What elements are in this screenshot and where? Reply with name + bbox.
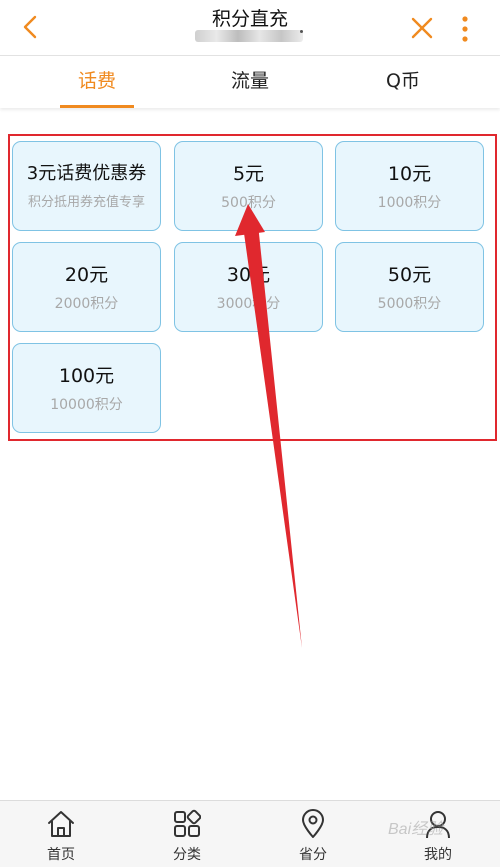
app-header: 积分直充 (0, 0, 500, 56)
card-30-yuan[interactable]: 30元 3000积分 (174, 242, 323, 332)
nav-category[interactable]: 分类 (147, 801, 227, 867)
nav-label-home: 首页 (47, 847, 75, 863)
card-title: 100元 (58, 365, 115, 387)
active-tab-indicator (60, 105, 134, 108)
watermark: Bai经验 (388, 821, 444, 838)
card-100-yuan[interactable]: 100元 10000积分 (12, 343, 161, 433)
more-button[interactable] (455, 12, 475, 44)
card-50-yuan[interactable]: 50元 5000积分 (335, 242, 484, 332)
card-points: 500积分 (221, 195, 276, 211)
card-title: 20元 (64, 264, 109, 286)
tab-bar: 话费 流量 Q币 (0, 56, 500, 108)
card-points: 5000积分 (377, 296, 442, 312)
nav-home[interactable]: 首页 (21, 801, 101, 867)
tab-phone-bill[interactable]: 话费 (47, 56, 147, 108)
nav-label-category: 分类 (173, 847, 201, 863)
home-icon (48, 811, 74, 837)
card-points: 1000积分 (377, 195, 442, 211)
card-coupon-3[interactable]: 3元话费优惠券 积分抵用券充值专享 (12, 141, 161, 231)
nav-label-province: 省分 (299, 847, 327, 863)
category-grid-icon (174, 809, 201, 837)
card-title: 30元 (226, 264, 271, 286)
card-points: 10000积分 (50, 397, 123, 413)
subtitle-dot (300, 30, 303, 33)
more-vertical-icon (462, 16, 468, 42)
location-pin-icon (302, 809, 324, 838)
card-20-yuan[interactable]: 20元 2000积分 (12, 242, 161, 332)
card-points: 2000积分 (54, 296, 119, 312)
nav-label-mine: 我的 (424, 847, 452, 863)
tab-q-coin[interactable]: Q币 (353, 56, 453, 108)
blurred-subtitle (195, 30, 303, 42)
card-title: 50元 (387, 264, 432, 286)
tab-data[interactable]: 流量 (200, 56, 300, 108)
card-title: 10元 (387, 163, 432, 185)
card-title: 3元话费优惠券 (26, 163, 147, 184)
close-icon (411, 17, 433, 39)
card-title: 5元 (232, 163, 265, 185)
card-points: 积分抵用券充值专享 (27, 195, 145, 210)
close-button[interactable] (408, 14, 436, 42)
nav-province[interactable]: 省分 (273, 801, 353, 867)
card-10-yuan[interactable]: 10元 1000积分 (335, 141, 484, 231)
card-5-yuan[interactable]: 5元 500积分 (174, 141, 323, 231)
card-points: 3000积分 (216, 296, 281, 312)
